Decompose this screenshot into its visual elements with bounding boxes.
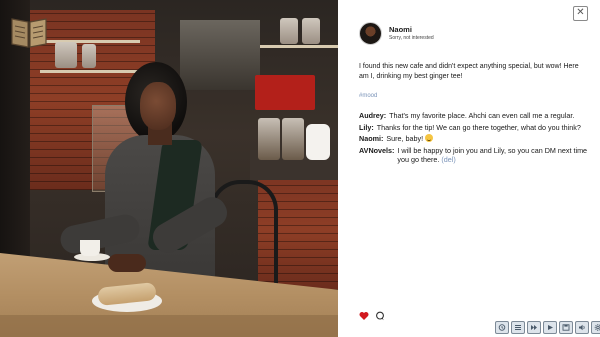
game-scene	[0, 0, 338, 337]
comment-author: AVNovels:	[359, 145, 395, 155]
comment: AVNovels: I will be happy to join you an…	[359, 146, 589, 165]
comment-list: Audrey: That's my favorite place. Ahchi …	[359, 111, 589, 167]
comment: Lily: Thanks for the tip! We can go ther…	[359, 123, 589, 133]
scene-jar	[82, 44, 96, 68]
history-icon[interactable]	[495, 321, 509, 334]
scene-jar	[280, 18, 298, 44]
character-face	[140, 82, 176, 130]
log-icon[interactable]	[511, 321, 525, 334]
save-icon[interactable]	[559, 321, 573, 334]
comment: Naomi: Sure, baby!	[359, 134, 589, 144]
scene-coffee-jar	[282, 118, 304, 160]
heart-icon[interactable]	[359, 311, 369, 321]
comment-text: That's my favorite place. Ahchi can even…	[389, 111, 575, 120]
post-author-name: Naomi	[389, 25, 412, 34]
scene-shelf	[40, 70, 140, 73]
post-body-text: I found this new cafe and didn't expect …	[359, 63, 579, 80]
post-hashtag[interactable]: #mood	[359, 93, 377, 99]
social-post-panel: ✕ Naomi Sorry, not interested I found th…	[338, 0, 600, 337]
close-button[interactable]: ✕	[573, 6, 588, 21]
scene-jar	[302, 18, 320, 44]
comment-text: Thanks for the tip! We can go there toge…	[376, 122, 581, 132]
comment-text: I will be happy to join you and Lily, so…	[397, 145, 588, 165]
comment: Audrey: That's my favorite place. Ahchi …	[359, 111, 589, 121]
auto-icon[interactable]	[543, 321, 557, 334]
comment-author: Audrey:	[359, 111, 387, 120]
scene-shelf	[258, 45, 338, 48]
game-toolbar	[495, 321, 600, 334]
comment-author: Lily:	[359, 122, 374, 132]
comment-text-wrap: Sure, baby!	[386, 134, 589, 144]
scene-coffee-machine	[255, 75, 315, 110]
book-icon[interactable]	[9, 14, 49, 50]
scene-table-edge	[0, 315, 338, 337]
post-author-status: Sorry, not interested	[389, 35, 434, 41]
volume-icon[interactable]	[575, 321, 589, 334]
delete-comment-link[interactable]: (del)	[441, 155, 455, 164]
scene-kettle	[306, 124, 330, 160]
scene-cup	[80, 240, 100, 256]
skip-icon[interactable]	[527, 321, 541, 334]
comment-author: Naomi:	[359, 134, 384, 144]
comment-icon[interactable]	[375, 311, 385, 321]
scene-chair	[210, 180, 278, 284]
smile-emoji-icon	[425, 134, 434, 143]
avatar	[359, 22, 382, 45]
character-hand	[108, 254, 146, 272]
scene-coffee-jar	[258, 118, 280, 160]
scene-jar	[55, 42, 77, 68]
preferences-icon[interactable]	[591, 321, 600, 334]
comment-text-wrap: I will be happy to join you and Lily, so…	[397, 146, 589, 165]
scene-back-window	[180, 20, 260, 90]
comment-text: Sure, baby!	[386, 134, 424, 144]
